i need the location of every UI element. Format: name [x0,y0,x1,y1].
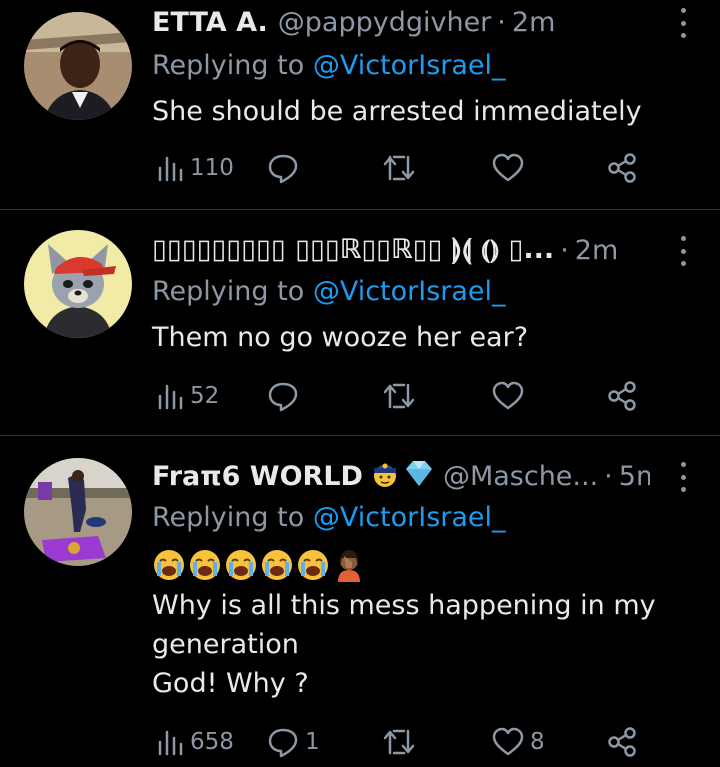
avatar-etta[interactable] [24,12,132,120]
tweet-3[interactable]: Fraπ6 WORLD @Masche... · 5m Replying to … [0,436,720,767]
retweet-button[interactable] [382,376,422,416]
mention-link[interactable]: @VictorIsrael_ [313,276,506,307]
views-button[interactable]: 658 [156,722,234,762]
loudly-crying-face-icon [298,550,328,580]
reply-feed: ETTA A. @pappydgivher · 2m Replying to @… [0,0,720,767]
heart-icon [492,153,524,182]
retweet-icon [383,383,415,409]
avatar-wolf[interactable] [24,230,132,338]
like-button[interactable] [492,376,530,416]
retweet-icon [383,155,415,181]
emoji-row [152,548,366,588]
timestamp[interactable]: 2m [512,7,555,38]
more-options-icon[interactable] [678,236,688,266]
loudly-crying-face-icon [262,550,292,580]
tweet-text-line: Why is all this mess happening in my [152,590,656,621]
action-bar: 658 1 8 [152,722,642,762]
tweet-text-line: She should be arrested immediately [152,96,642,127]
analytics-icon [158,156,183,182]
tweet-3-header: Fraπ6 WORLD @Masche... · 5m [152,456,650,496]
tweet-text: She should be arrested immediately [152,92,680,131]
reply-button[interactable] [267,376,305,416]
share-button[interactable] [607,148,637,188]
replying-to-line: Replying to @VictorIsrael_ [152,502,506,533]
retweet-icon [383,729,415,755]
police-officer-emoji-icon [369,457,401,496]
author-name[interactable]: Fraπ6 WORLD [152,461,363,492]
tweet-1-header: ETTA A. @pappydgivher · 2m [152,2,650,42]
retweet-button[interactable] [382,722,422,762]
more-options-icon[interactable] [678,8,688,38]
avatar-fran6[interactable] [24,458,132,566]
tweet-text-line: Them no go wooze her ear? [152,322,529,353]
share-icon [608,153,636,183]
separator-dot: · [497,6,506,38]
retweet-button[interactable] [382,148,422,188]
woman-facepalming-icon [338,550,360,582]
tweet-text-line: generation [152,629,299,660]
share-button[interactable] [607,722,637,762]
mention-link[interactable]: @VictorIsrael_ [313,502,506,533]
analytics-icon [158,730,183,756]
views-button[interactable]: 52 [156,376,219,416]
tweet-text: Them no go wooze her ear? [152,318,680,357]
separator-dot: · [560,234,569,266]
share-icon [608,727,636,757]
more-options-icon[interactable] [678,462,688,492]
loudly-crying-face-icon [154,550,184,580]
author-name[interactable]: ▯▯▯▯▯▯▯▯▯ ▯▯▯ℝ▯▯ℝ▯▯ ⟭⟬ ⦅⦆ ▯... [152,234,554,266]
replying-to-label: Replying to [152,50,305,81]
reply-count: 1 [305,729,320,755]
mention-link[interactable]: @VictorIsrael_ [313,50,506,81]
reply-button[interactable] [267,148,305,188]
action-bar: 52 [152,376,642,416]
reply-icon [268,154,298,184]
author-handle[interactable]: @pappydgivher [278,7,492,38]
loudly-crying-face-icon [190,550,220,580]
avatar-wolf-image [24,230,132,338]
reply-icon [268,382,298,412]
timestamp[interactable]: 5m [619,461,650,492]
author-name[interactable]: ETTA A. [152,7,268,38]
tweet-text: Why is all this mess happening in my gen… [152,586,680,703]
separator-dot: · [604,460,613,492]
views-count: 52 [190,383,220,409]
tweet-text-line: God! Why ? [152,668,309,699]
action-bar: 110 [152,148,642,188]
avatar-fran6-image [24,458,132,566]
timestamp[interactable]: 2m [575,235,618,266]
heart-icon [492,727,524,756]
share-button[interactable] [607,376,637,416]
like-count: 8 [530,729,545,755]
avatar-etta-image [24,12,132,120]
replying-to-label: Replying to [152,502,305,533]
analytics-icon [158,384,183,410]
heart-icon [492,381,524,410]
like-button[interactable] [492,148,530,188]
views-count: 658 [190,729,234,755]
views-button[interactable]: 110 [156,148,234,188]
tweet-1[interactable]: ETTA A. @pappydgivher · 2m Replying to @… [0,0,720,210]
tweet-2[interactable]: ▯▯▯▯▯▯▯▯▯ ▯▯▯ℝ▯▯ℝ▯▯ ⟭⟬ ⦅⦆ ▯... · 2m Repl… [0,210,720,436]
tweet-2-header: ▯▯▯▯▯▯▯▯▯ ▯▯▯ℝ▯▯ℝ▯▯ ⟭⟬ ⦅⦆ ▯... · 2m [152,230,650,270]
loudly-crying-face-icon [226,550,256,580]
replying-to-line: Replying to @VictorIsrael_ [152,50,506,81]
like-button[interactable]: 8 [492,722,545,762]
author-handle[interactable]: @Masche... [443,461,598,492]
gem-stone-emoji-icon [403,457,435,496]
replying-to-line: Replying to @VictorIsrael_ [152,276,506,307]
views-count: 110 [190,155,234,181]
replying-to-label: Replying to [152,276,305,307]
reply-icon [268,728,298,758]
reply-button[interactable]: 1 [267,722,320,762]
share-icon [608,381,636,411]
